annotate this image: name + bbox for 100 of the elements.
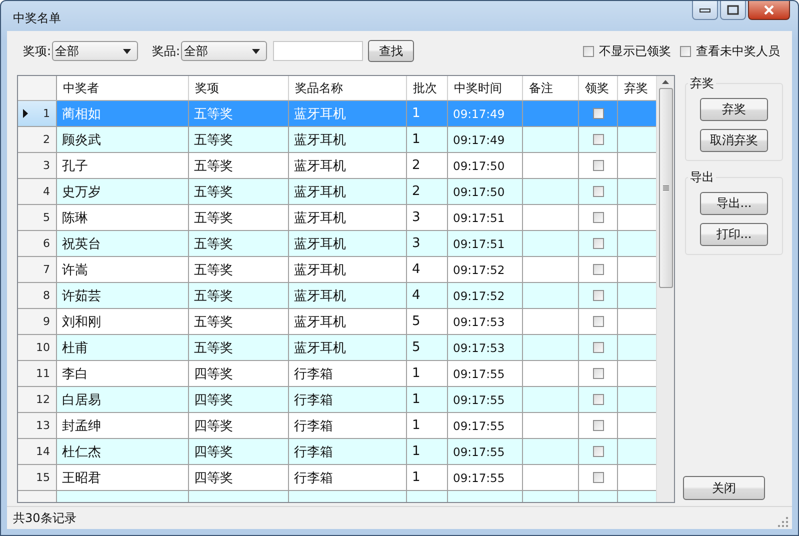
table-cell: 09:17:52 <box>448 283 523 308</box>
table-cell: 蓝牙耳机 <box>289 127 407 152</box>
table-cell: 09:17:55 <box>448 439 523 464</box>
grip-icon <box>662 185 668 191</box>
claimed-checkbox[interactable] <box>592 238 604 249</box>
claimed-checkbox[interactable] <box>592 160 604 171</box>
table-cell: 09:17:53 <box>448 335 523 360</box>
row-header[interactable]: 4 <box>18 179 57 204</box>
row-header[interactable]: 14 <box>18 439 57 464</box>
table-cell: 行李箱 <box>289 413 407 438</box>
column-header[interactable]: 中奖时间 <box>448 76 523 100</box>
maximize-icon <box>727 5 739 15</box>
table-row[interactable]: 8 许茹芸 五等奖 蓝牙耳机 4 09:17:52 <box>18 283 656 309</box>
action-button[interactable]: 弃奖 <box>700 98 768 121</box>
minimize-button[interactable] <box>692 1 718 20</box>
scroll-up-icon[interactable] <box>662 80 669 84</box>
table-cell: 2 <box>407 179 448 204</box>
claimed-checkbox[interactable] <box>592 290 604 301</box>
claimed-checkbox[interactable] <box>592 316 604 327</box>
option-label: 查看未中奖人员 <box>696 42 780 60</box>
claimed-checkbox[interactable] <box>592 108 604 119</box>
table-row[interactable]: 10 杜甫 五等奖 蓝牙耳机 5 09:17:53 <box>18 335 656 361</box>
column-header[interactable]: 批次 <box>407 76 448 100</box>
claimed-checkbox[interactable] <box>592 446 604 457</box>
search-button[interactable]: 查找 <box>368 40 414 62</box>
table-cell: 孔子 <box>57 153 189 178</box>
row-header[interactable]: 11 <box>18 361 57 386</box>
filter-dropdown[interactable]: 全部 <box>52 41 138 61</box>
table-cell: 蓝牙耳机 <box>289 283 407 308</box>
table-cell: 五等奖 <box>189 335 289 360</box>
column-header[interactable]: 奖品名称 <box>289 76 407 100</box>
table-row[interactable]: 6 祝英台 五等奖 蓝牙耳机 3 09:17:51 <box>18 231 656 257</box>
search-field[interactable] <box>273 41 364 61</box>
table-cell: 五等奖 <box>189 283 289 308</box>
table-row[interactable]: 2 顾炎武 五等奖 蓝牙耳机 1 09:17:49 <box>18 127 656 153</box>
table-row[interactable]: 1 蔺相如 五等奖 蓝牙耳机 1 09:17:49 <box>18 101 656 127</box>
table-row[interactable]: 5 陈琳 五等奖 蓝牙耳机 3 09:17:51 <box>18 205 656 231</box>
table-cell: 五等奖 <box>189 153 289 178</box>
table-row[interactable]: 12 白居易 四等奖 行李箱 1 09:17:55 <box>18 387 656 413</box>
table-cell: 1 <box>407 465 448 490</box>
claimed-checkbox[interactable] <box>592 368 604 379</box>
action-button[interactable]: 导出... <box>700 192 768 215</box>
row-header[interactable]: 8 <box>18 283 57 308</box>
row-header[interactable]: 9 <box>18 309 57 334</box>
close-button[interactable] <box>748 1 790 20</box>
row-header[interactable]: 3 <box>18 153 57 178</box>
table-row[interactable]: 3 孔子 五等奖 蓝牙耳机 2 09:17:50 <box>18 153 656 179</box>
table-cell: 行李箱 <box>289 361 407 386</box>
claimed-checkbox[interactable] <box>592 394 604 405</box>
claimed-checkbox[interactable] <box>592 212 604 223</box>
table-cell: 蔺相如 <box>57 101 189 126</box>
claimed-checkbox[interactable] <box>592 342 604 353</box>
column-header[interactable]: 备注 <box>523 76 579 100</box>
table-cell: 1 <box>407 361 448 386</box>
table-row[interactable]: 4 史万岁 五等奖 蓝牙耳机 2 09:17:50 <box>18 179 656 205</box>
column-header[interactable]: 领奖 <box>579 76 618 100</box>
table-row[interactable]: 7 许嵩 五等奖 蓝牙耳机 4 09:17:52 <box>18 257 656 283</box>
row-header[interactable]: 7 <box>18 257 57 282</box>
claimed-checkbox[interactable] <box>592 264 604 275</box>
claimed-checkbox[interactable] <box>592 186 604 197</box>
scroll-thumb[interactable] <box>658 88 672 288</box>
table-row[interactable]: 9 刘和刚 五等奖 蓝牙耳机 5 09:17:53 <box>18 309 656 335</box>
row-number: 14 <box>36 445 50 458</box>
action-button[interactable]: 打印... <box>700 223 768 246</box>
table-cell: 4 <box>407 257 448 282</box>
claimed-checkbox[interactable] <box>592 134 604 145</box>
row-header[interactable]: 1 <box>18 101 57 126</box>
claimed-checkbox[interactable] <box>592 472 604 483</box>
vertical-scrollbar[interactable] <box>656 76 674 502</box>
option-checkbox[interactable] <box>583 46 594 56</box>
row-header[interactable]: 13 <box>18 413 57 438</box>
table-cell: 行李箱 <box>289 439 407 464</box>
table-row[interactable]: 15 王昭君 四等奖 行李箱 1 09:17:55 <box>18 465 656 491</box>
table-cell: 杜甫 <box>57 335 189 360</box>
table-cell: 顾炎武 <box>57 127 189 152</box>
row-header[interactable]: 6 <box>18 231 57 256</box>
option-checkbox[interactable] <box>680 46 691 56</box>
table-row[interactable]: 13 封孟绅 四等奖 行李箱 1 09:17:55 <box>18 413 656 439</box>
row-header[interactable]: 12 <box>18 387 57 412</box>
table-cell: 史万岁 <box>57 179 189 204</box>
row-header[interactable]: 5 <box>18 205 57 230</box>
row-header[interactable]: 10 <box>18 335 57 360</box>
table-cell: 09:17:55 <box>448 413 523 438</box>
maximize-button[interactable] <box>720 1 746 20</box>
column-header[interactable]: 中奖者 <box>57 76 189 100</box>
column-header[interactable]: 奖项 <box>189 76 289 100</box>
table-cell: 蓝牙耳机 <box>289 231 407 256</box>
table-row[interactable]: 11 李白 四等奖 行李箱 1 09:17:55 <box>18 361 656 387</box>
record-count: 共30条记录 <box>13 510 76 526</box>
row-header[interactable]: 15 <box>18 465 57 490</box>
dialog-close-button[interactable]: 关闭 <box>683 476 765 500</box>
table-cell: 祝英台 <box>57 231 189 256</box>
action-button[interactable]: 取消弃奖 <box>700 129 768 152</box>
row-number: 5 <box>43 211 50 224</box>
table-row[interactable]: 14 杜仁杰 四等奖 行李箱 1 09:17:55 <box>18 439 656 465</box>
claimed-checkbox[interactable] <box>592 420 604 431</box>
table-cell: 蓝牙耳机 <box>289 309 407 334</box>
table-cell: 09:17:55 <box>448 361 523 386</box>
row-header[interactable]: 2 <box>18 127 57 152</box>
filter-dropdown[interactable]: 全部 <box>181 41 268 61</box>
